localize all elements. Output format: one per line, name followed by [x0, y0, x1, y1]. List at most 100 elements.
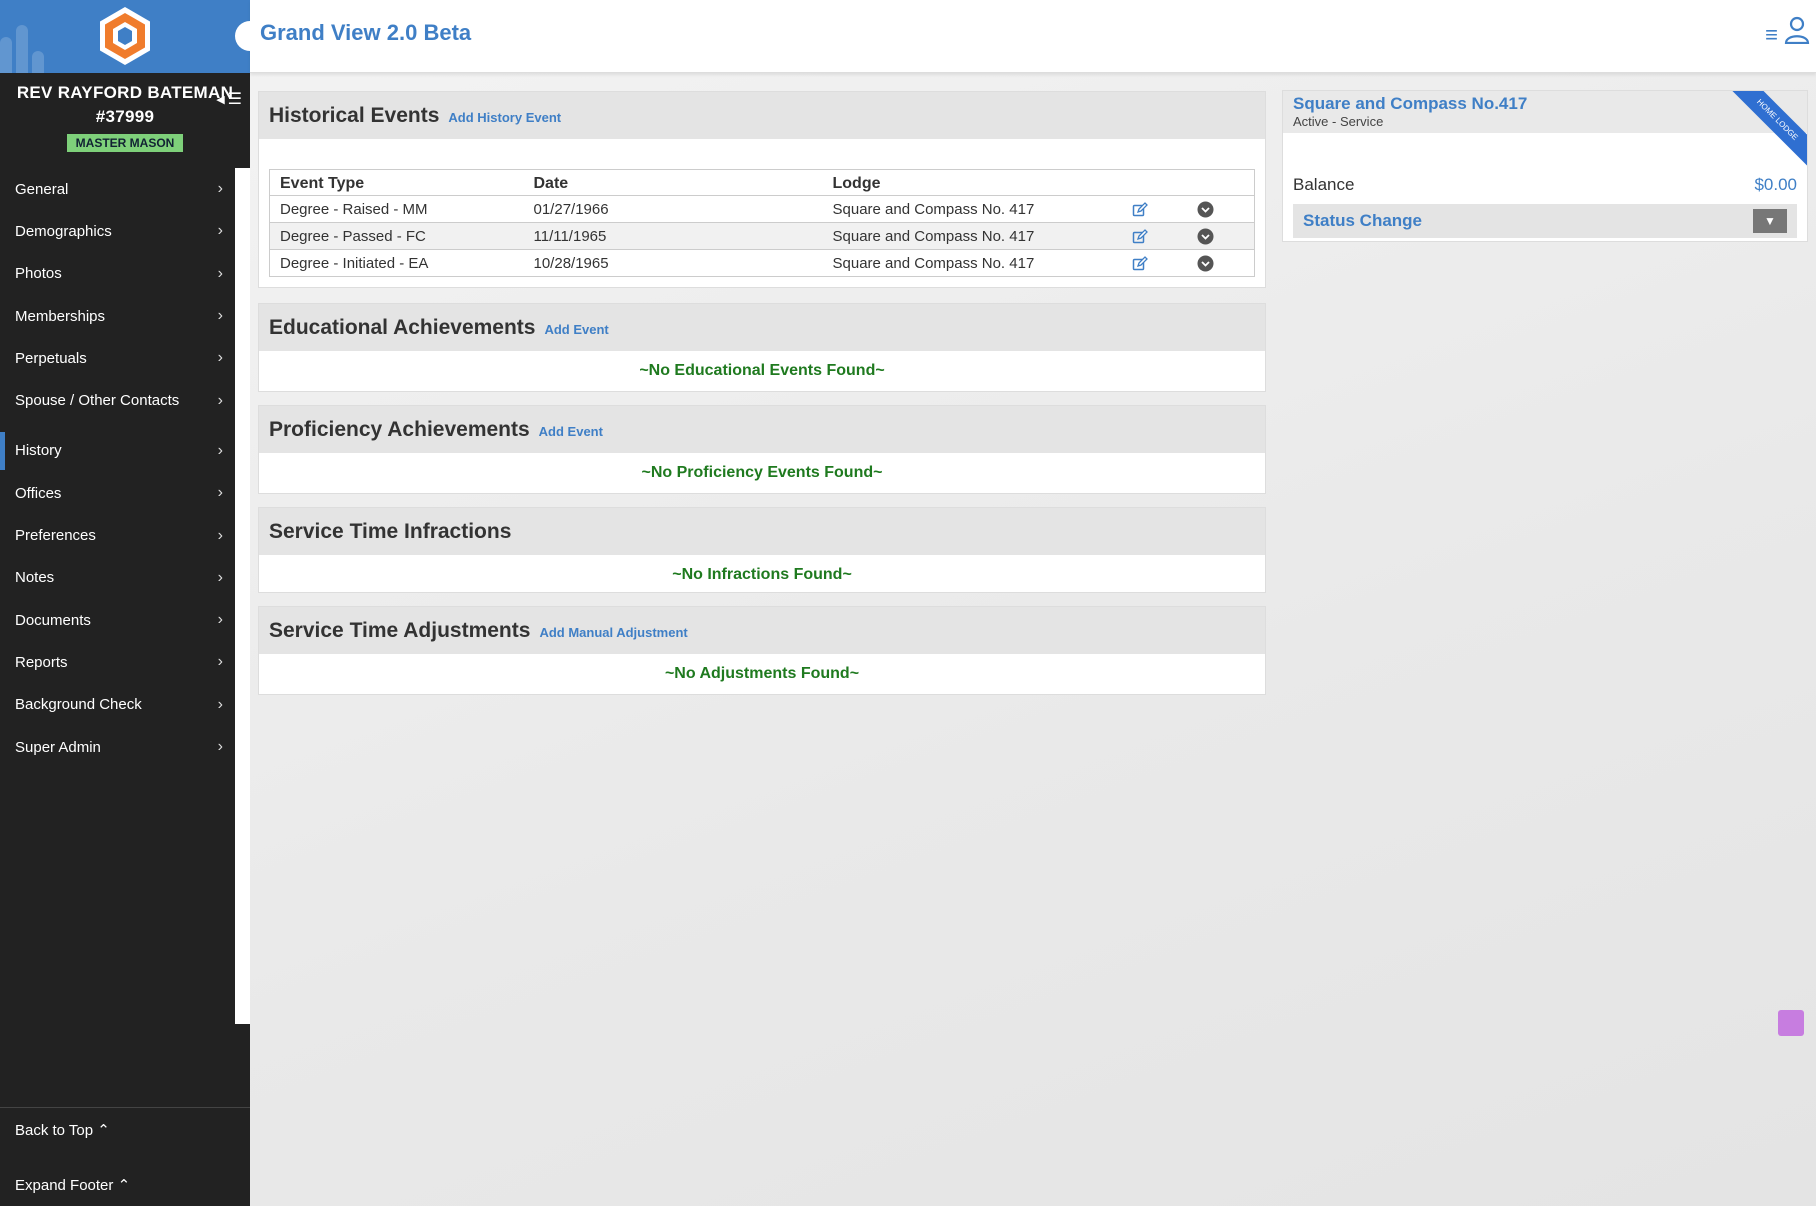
member-name: REV RAYFORD BATEMAN — [16, 83, 234, 102]
sidebar-footer-divider — [0, 1107, 250, 1108]
panel-header: Historical Events Add History Event — [259, 92, 1265, 139]
add-history-event-link[interactable]: Add History Event — [448, 110, 561, 125]
status-change-dropdown[interactable]: Status Change ▼ — [1293, 204, 1797, 238]
chevron-down-icon[interactable]: ▼ — [1753, 209, 1787, 233]
date-cell: 10/28/1965 — [523, 249, 823, 277]
rank-badge: MASTER MASON — [66, 134, 184, 152]
chevron-right-icon: › — [217, 349, 223, 367]
sidebar-item-background-check[interactable]: Background Check › — [0, 684, 235, 726]
column-header-event-type: Event Type — [269, 169, 524, 196]
back-to-top-link[interactable]: Back to Top ⌃ — [15, 1121, 110, 1139]
app-logo — [100, 7, 150, 65]
status-change-label: Status Change — [1303, 211, 1423, 230]
service-time-infractions-panel: Service Time Infractions ~No Infractions… — [258, 507, 1266, 593]
add-educational-event-link[interactable]: Add Event — [544, 322, 608, 337]
date-cell: 01/27/1966 — [523, 195, 823, 223]
menu-icon[interactable]: ≡ — [1765, 22, 1778, 48]
chevron-up-icon: ⌃ — [117, 1177, 131, 1194]
panel-title: Proficiency Achievements — [269, 417, 530, 441]
lodge-name-link[interactable]: Square and Compass No.417 — [1293, 94, 1797, 114]
event-type-cell: Degree - Raised - MM — [269, 195, 524, 223]
chevron-right-icon: › — [217, 180, 223, 198]
balance-label: Balance — [1293, 175, 1355, 194]
edit-cell — [1121, 195, 1187, 223]
home-lodge-card: Square and Compass No.417 Active - Servi… — [1282, 90, 1808, 242]
historical-events-table: Event Type Date Lodge Degree - Raised - … — [269, 169, 1255, 277]
event-type-cell: Degree - Initiated - EA — [269, 249, 524, 277]
chevron-right-icon: › — [217, 307, 223, 325]
chevron-right-icon: › — [217, 738, 223, 755]
table-row: Degree - Passed - FC 11/11/1965 Square a… — [269, 222, 1255, 250]
user-icon[interactable] — [1784, 16, 1810, 44]
panel-title: Historical Events — [269, 103, 440, 127]
chevron-right-icon: › — [217, 568, 223, 586]
sidebar-item-general[interactable]: General › — [0, 168, 235, 210]
column-header-date: Date — [523, 169, 823, 196]
proficiency-achievements-panel: Proficiency Achievements Add Event ~No P… — [258, 405, 1266, 494]
sidebar-item-perpetuals[interactable]: Perpetuals › — [0, 337, 235, 379]
empty-message: ~No Proficiency Events Found~ — [641, 464, 883, 481]
chat-widget-button[interactable] — [1778, 1010, 1804, 1036]
sidebar-item-spouse-contacts[interactable]: Spouse / Other Contacts › — [0, 379, 235, 421]
chevron-right-icon: › — [217, 222, 223, 240]
sidebar-item-notes[interactable]: Notes › — [0, 557, 235, 599]
sidebar-item-reports[interactable]: Reports › — [0, 641, 235, 683]
chevron-right-icon: › — [217, 695, 223, 713]
educational-achievements-panel: Educational Achievements Add Event ~No E… — [258, 303, 1266, 392]
edit-icon[interactable] — [1132, 255, 1148, 272]
sidebar-item-photos[interactable]: Photos › — [0, 253, 235, 295]
top-bar: Grand View 2.0 Beta ≡ — [235, 0, 1816, 73]
panel-title: Service Time Infractions — [269, 519, 512, 543]
sidebar-item-memberships[interactable]: Memberships › — [0, 295, 235, 337]
membership-status: Active - Service — [1293, 114, 1384, 129]
sidebar-item-super-admin[interactable]: Super Admin › — [0, 726, 235, 768]
empty-message: ~No Adjustments Found~ — [664, 665, 860, 682]
sidebar-collapse-toggle[interactable]: ◀ ☰ — [216, 89, 242, 109]
balance-value: $0.00 — [1754, 175, 1797, 194]
panel-header: Service Time Infractions — [259, 508, 1265, 555]
panel-title: Service Time Adjustments — [269, 618, 531, 642]
hamburger-icon: ☰ — [227, 91, 242, 108]
add-proficiency-event-link[interactable]: Add Event — [539, 424, 603, 439]
chevron-right-icon: › — [217, 653, 223, 671]
empty-message: ~No Educational Events Found~ — [639, 362, 885, 379]
panel-header: Service Time Adjustments Add Manual Adju… — [259, 607, 1265, 654]
sidebar: REV RAYFORD BATEMAN #37999 MASTER MASON … — [0, 0, 250, 1206]
table-row: Degree - Initiated - EA 10/28/1965 Squar… — [269, 249, 1255, 277]
panel-title: Educational Achievements — [269, 315, 536, 339]
expand-footer-link[interactable]: Expand Footer ⌃ — [15, 1176, 130, 1194]
lodge-cell: Square and Compass No. 417 — [822, 195, 1122, 223]
sidebar-item-offices[interactable]: Offices › — [0, 472, 235, 514]
chevron-circle-down-icon[interactable] — [1197, 255, 1214, 272]
service-time-adjustments-panel: Service Time Adjustments Add Manual Adju… — [258, 606, 1266, 695]
column-header-actions — [1186, 169, 1255, 196]
edit-icon[interactable] — [1132, 228, 1148, 245]
column-header-edit — [1121, 169, 1187, 196]
lodge-cell: Square and Compass No. 417 — [822, 222, 1122, 250]
chevron-right-icon: › — [217, 441, 223, 459]
lodge-card-header: Square and Compass No.417 Active - Servi… — [1283, 91, 1807, 133]
chevron-circle-down-icon[interactable] — [1197, 201, 1214, 218]
actions-cell — [1186, 195, 1255, 223]
table-header-row: Event Type Date Lodge — [269, 169, 1255, 196]
add-manual-adjustment-link[interactable]: Add Manual Adjustment — [539, 625, 687, 640]
panel-header: Educational Achievements Add Event — [259, 304, 1265, 351]
sidebar-item-preferences[interactable]: Preferences › — [0, 514, 235, 556]
chevron-circle-down-icon[interactable] — [1197, 228, 1214, 245]
chevron-right-icon: › — [217, 484, 223, 502]
sidebar-item-documents[interactable]: Documents › — [0, 599, 235, 641]
caret-left-icon: ◀ — [216, 93, 225, 106]
edit-icon[interactable] — [1132, 201, 1148, 218]
column-header-lodge: Lodge — [822, 169, 1122, 196]
sidebar-item-demographics[interactable]: Demographics › — [0, 210, 235, 252]
member-number: #37999 — [95, 107, 155, 126]
panel-header: Proficiency Achievements Add Event — [259, 406, 1265, 453]
historical-events-panel: Historical Events Add History Event Even… — [258, 91, 1266, 288]
actions-cell — [1186, 249, 1255, 277]
chevron-right-icon: › — [217, 391, 223, 409]
sidebar-item-history[interactable]: History › — [0, 430, 235, 472]
member-profile: REV RAYFORD BATEMAN #37999 MASTER MASON … — [0, 73, 250, 164]
chevron-up-icon: ⌃ — [97, 1122, 110, 1139]
sidebar-scrollbar[interactable] — [235, 168, 250, 1024]
sidebar-nav: General › Demographics › Photos › Membershi… — [0, 168, 235, 768]
